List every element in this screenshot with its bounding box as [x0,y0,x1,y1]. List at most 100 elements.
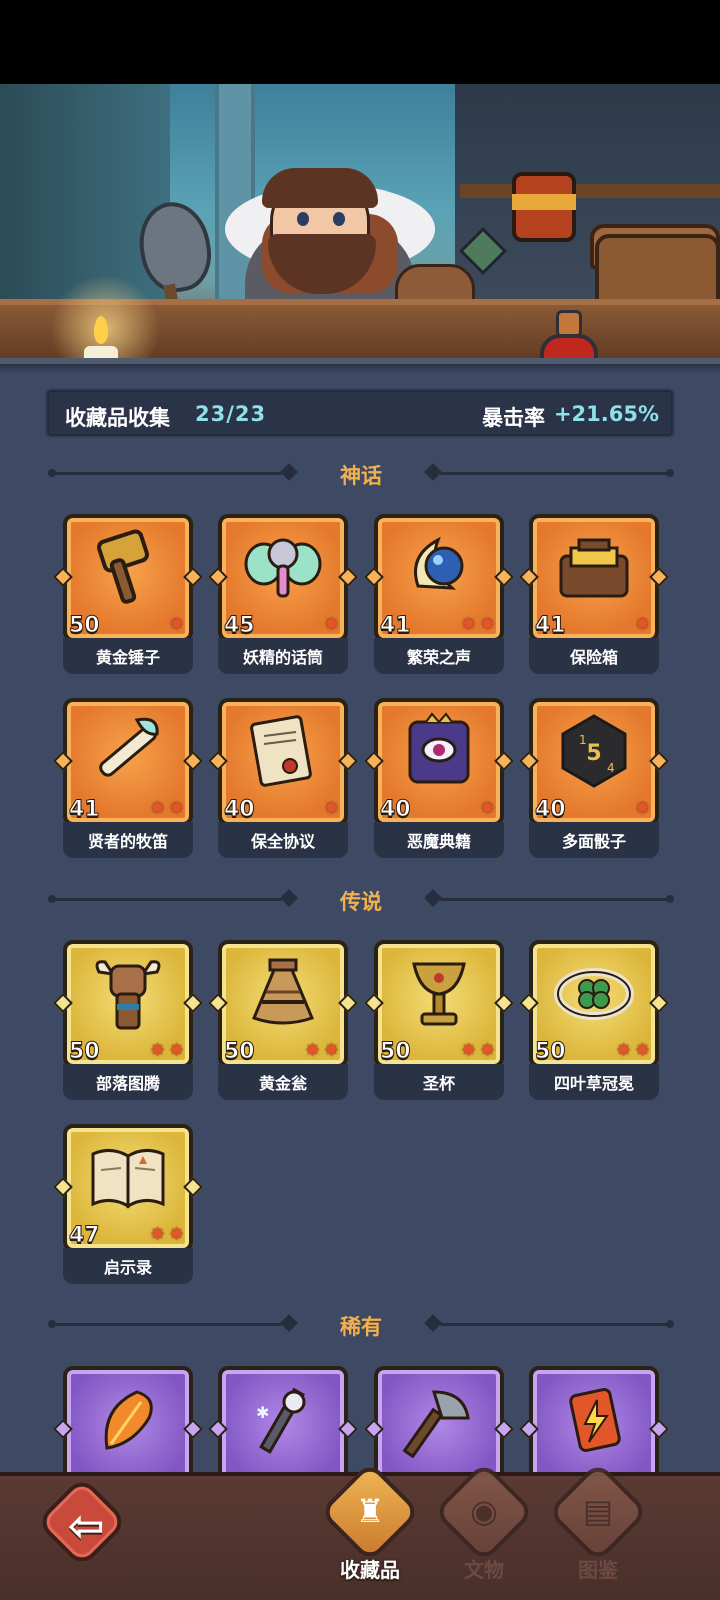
banner-shelf-board [460,184,720,198]
card-name: 部落图腾 [95,1074,160,1093]
crit-rate-label: 暴击率 [482,406,545,430]
card-stars: ✸ [635,800,653,818]
collectible-card[interactable]: 50 ✸ ✸ 四叶草冠冕 [519,940,669,1100]
hammer-icon [87,526,169,606]
card-stars: ✸ [324,616,342,634]
svg-text:✱: ✱ [256,1403,269,1422]
treasure-chest-icon [553,526,635,606]
card-name: 繁荣之声 [406,648,471,667]
chest-icon: ♜ [355,1492,385,1530]
card-level: 40 [224,797,256,823]
card-level: 41 [69,797,101,823]
card-name: 保险箱 [569,648,618,667]
back-arrow-icon[interactable]: ⇦ [44,1484,128,1568]
collectible-card[interactable]: 40 ✸ 恶魔典籍 [364,698,514,858]
collectible-card[interactable] [53,1366,203,1472]
shopkeeper-eye [333,212,345,226]
collectible-card[interactable]: ✱ [208,1366,358,1472]
divider-dot [666,895,674,903]
moon-orb-icon [398,526,480,606]
star-icon: ✸ [169,614,185,635]
shopkeeper-hair [262,168,378,208]
card-level: 41 [535,613,567,639]
card-name: 贤者的牧笛 [87,832,168,851]
tab-label: 收藏品 [340,1558,400,1582]
scroll-contract-icon [242,710,324,790]
section-title-rare: 稀有 [340,1315,382,1339]
collectible-card[interactable]: 50 ✸ 黄金锤子 [53,514,203,674]
divider-dot [666,1320,674,1328]
card-name: 妖精的话筒 [242,648,323,667]
card-level: 50 [69,1039,101,1065]
axe-icon [398,1378,480,1459]
card-stars: ✸ [635,616,653,634]
star-icon: ✸ [616,1040,632,1061]
star-icon: ✸ [305,1040,321,1061]
collectible-card[interactable]: 40 ✸ 保全协议 [208,698,358,858]
card-name: 恶魔典籍 [406,832,471,851]
collection-panel: 收藏品收集 23/23 暴击率 +21.65% 神话 50 ✸ 黄金锤子 45 [0,364,720,1472]
card-name: 黄金锤子 [95,648,160,667]
collectible-card[interactable] [519,1366,669,1472]
tab-relics[interactable]: ◉ 文物 [433,1461,535,1592]
collection-label: 收藏品收集 [65,406,170,430]
crit-rate-value: +21.65% [553,402,659,426]
tab-collectibles[interactable]: ♜ 收藏品 [319,1461,421,1592]
divider-line [440,898,670,901]
card-stars: ✸ [169,616,187,634]
tab-codex[interactable]: ▤ 图鉴 [547,1461,649,1592]
divider-line [440,472,670,475]
collectible-card[interactable]: 50 ✸ ✸ 黄金瓮 [208,940,358,1100]
flute-icon [87,710,169,790]
demon-book-icon [398,710,480,790]
golden-urn-icon [242,952,324,1032]
star-icon: ✸ [150,1224,166,1245]
collectible-card[interactable]: 45 ✸ 妖精的话筒 [208,514,358,674]
flame-icon [94,316,108,344]
book-icon: ▤ [582,1492,614,1530]
collectible-card[interactable]: 51 4 40 ✸ 多面骰子 [519,698,669,858]
card-stars: ✸ ✸ [305,1042,342,1060]
svg-text:5: 5 [586,741,601,766]
collectible-card[interactable]: 41 ✸ ✸ 贤者的牧笛 [53,698,203,858]
collectible-card[interactable]: 41 ✸ 保险箱 [519,514,669,674]
star-icon: ✸ [480,1040,496,1061]
collectible-card[interactable]: 50 ✸ ✸ 圣杯 [364,940,514,1100]
star-icon: ✸ [169,1040,185,1061]
section-divider-rare: 稀有 [48,1309,674,1339]
card-stars: ✸ ✸ [461,1042,498,1060]
svg-text:4: 4 [607,761,615,775]
dice-icon: 51 4 [553,710,635,790]
collectible-card[interactable]: 50 ✸ ✸ 部落图腾 [53,940,203,1100]
collectible-card[interactable] [364,1366,514,1472]
card-stars: ✸ [324,800,342,818]
card-name: 保全协议 [250,832,315,851]
star-icon: ✸ [324,614,340,635]
collectible-card[interactable]: 41 ✸ ✸ 繁荣之声 [364,514,514,674]
tab-label: 文物 [464,1558,504,1582]
divider-line [440,1323,670,1326]
feather-icon [87,1378,169,1458]
collectible-card[interactable]: 47 ✸ ✸ 启示录 [53,1124,203,1284]
open-book-icon [87,1136,169,1216]
card-level: 47 [69,1223,101,1249]
card-stars: ✸ ✸ [461,616,498,634]
clover-crown-icon [553,952,635,1032]
star-icon: ✸ [169,1224,185,1245]
card-level: 45 [224,613,256,639]
card-name: 黄金瓮 [258,1074,307,1093]
collection-summary-bar: 收藏品收集 23/23 暴击率 +21.65% [45,388,675,438]
section-title-legend: 传说 [340,890,382,914]
butterfly-microphone-icon [242,526,324,606]
star-icon: ✸ [461,614,477,635]
totem-icon [87,952,169,1032]
card-level: 50 [535,1039,567,1065]
divider-dot [666,469,674,477]
section-divider-mythic: 神话 [48,458,674,488]
star-icon: ✸ [480,614,496,635]
section-title-mythic: 神话 [340,464,382,488]
star-icon: ✸ [480,798,496,819]
bone-staff-icon: ✱ [242,1378,324,1458]
card-stars: ✸ [480,800,498,818]
star-icon: ✸ [324,798,340,819]
